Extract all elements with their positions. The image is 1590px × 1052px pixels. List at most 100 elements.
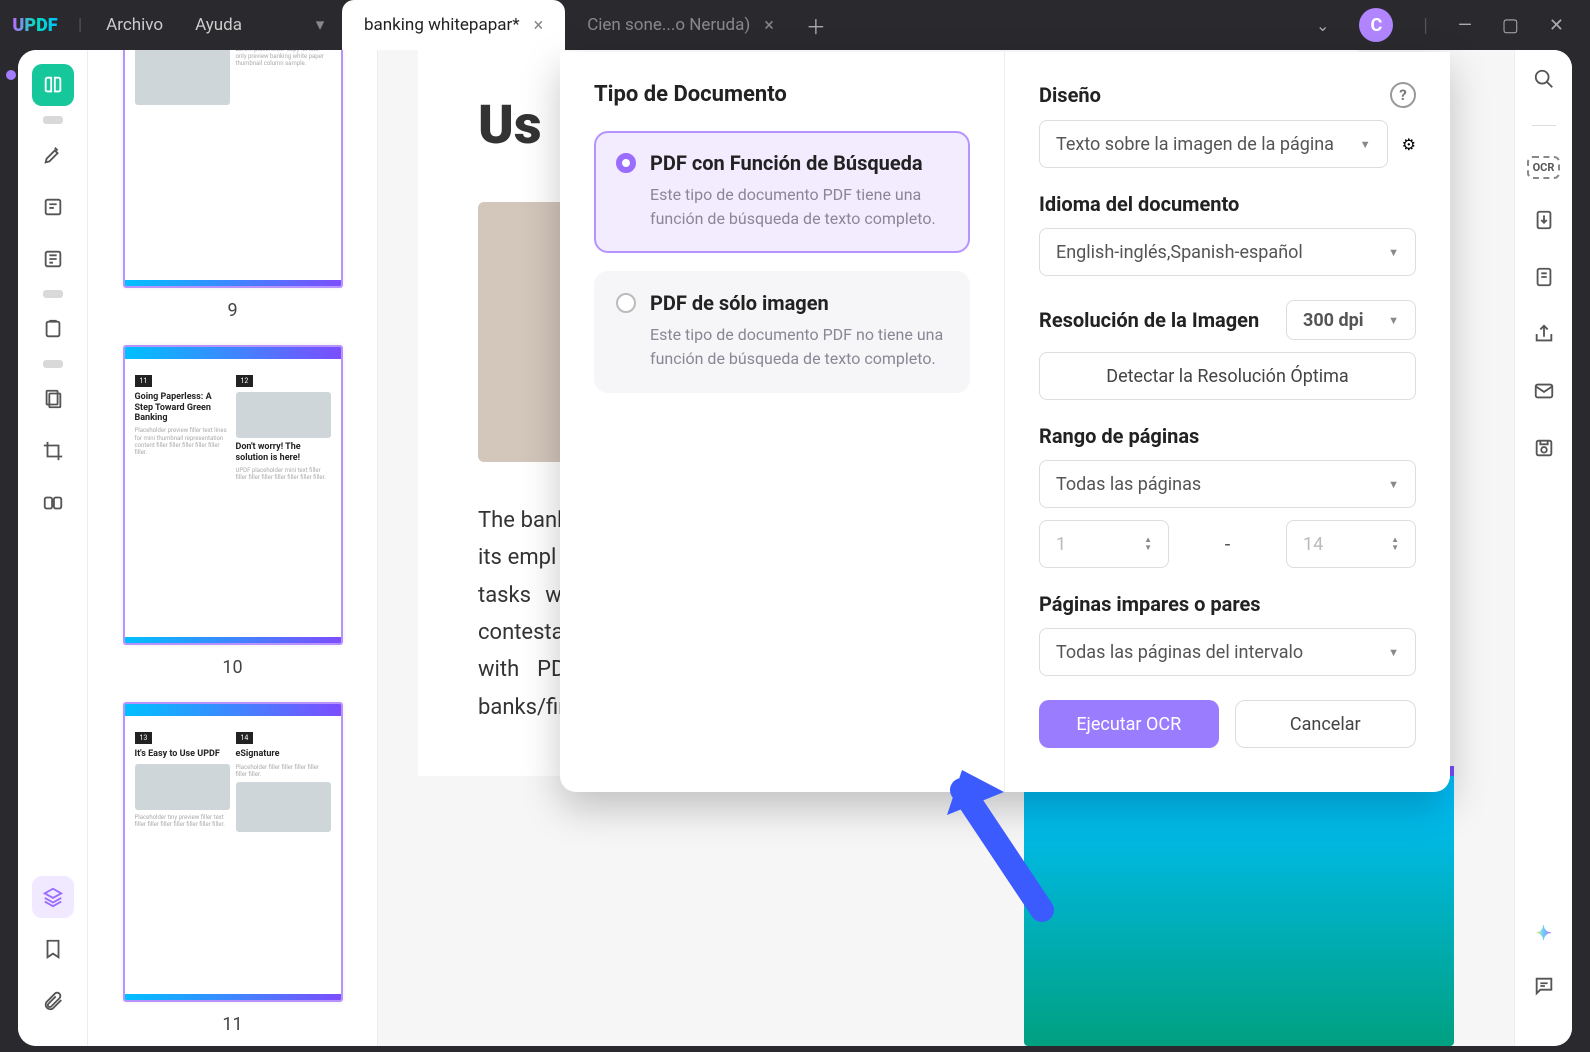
redact-tool[interactable] bbox=[32, 308, 74, 350]
page-range-select[interactable]: Todas las páginas ▼ bbox=[1039, 460, 1416, 508]
chevron-down-icon: ▼ bbox=[1360, 138, 1371, 151]
close-window-icon[interactable]: ✕ bbox=[1549, 15, 1564, 36]
odd-even-select[interactable]: Todas las páginas del intervalo ▼ bbox=[1039, 628, 1416, 676]
thumbnail-panel[interactable]: Lorem ipsum dolor sit amet te eu ad per … bbox=[88, 50, 378, 1046]
design-select[interactable]: Texto sobre la imagen de la página ▼ bbox=[1039, 120, 1388, 168]
field-value: 1 bbox=[1056, 534, 1066, 555]
language-label: Idioma del documento bbox=[1039, 192, 1239, 216]
save-icon[interactable] bbox=[1533, 437, 1555, 464]
separator bbox=[43, 360, 63, 368]
avatar[interactable]: C bbox=[1359, 8, 1393, 42]
doc-type-heading: Tipo de Documento bbox=[594, 82, 970, 107]
odd-even-label: Páginas impares o pares bbox=[1039, 592, 1261, 616]
chevron-down-icon: ▾ bbox=[316, 15, 325, 35]
detect-resolution-button[interactable]: Detectar la Resolución Óptima bbox=[1039, 352, 1416, 400]
side-indicator-dot bbox=[6, 70, 16, 80]
thumbnail-page-number: 11 bbox=[118, 1014, 347, 1035]
ocr-button[interactable]: OCR bbox=[1527, 156, 1561, 179]
tab-active[interactable]: banking whitepapar* × bbox=[342, 0, 565, 50]
minimize-icon[interactable]: — bbox=[1458, 15, 1472, 36]
gear-icon[interactable]: ⚙ bbox=[1402, 135, 1416, 154]
close-icon[interactable]: × bbox=[764, 15, 774, 36]
layers-button[interactable] bbox=[32, 876, 74, 918]
app-logo: UPDF bbox=[0, 15, 70, 36]
document-side-image bbox=[1024, 766, 1454, 1046]
thumbnail[interactable]: Lorem ipsum dolor sit amet te eu ad per … bbox=[118, 50, 347, 321]
mail-icon[interactable] bbox=[1533, 380, 1555, 407]
chevron-down-icon: ▼ bbox=[1388, 646, 1399, 659]
tab-label: Cien sone...o Neruda) bbox=[587, 15, 750, 35]
cancel-button[interactable]: Cancelar bbox=[1235, 700, 1417, 748]
spinner-icon[interactable]: ▲▼ bbox=[1144, 536, 1152, 552]
edit-text-tool[interactable] bbox=[32, 186, 74, 228]
tab-other[interactable]: Cien sone...o Neruda) × bbox=[565, 0, 796, 50]
range-to-field[interactable]: 14 ▲▼ bbox=[1286, 520, 1416, 568]
field-value: 14 bbox=[1303, 534, 1323, 555]
thumbnail-page-number: 10 bbox=[118, 657, 347, 678]
search-icon[interactable] bbox=[1533, 68, 1555, 95]
share-icon[interactable] bbox=[1533, 323, 1555, 350]
language-select[interactable]: English-inglés,Spanish-español ▼ bbox=[1039, 228, 1416, 276]
thumbnail[interactable]: 11Going Paperless: A Step Toward Green B… bbox=[118, 345, 347, 678]
option-title: PDF con Función de Búsqueda bbox=[650, 151, 923, 175]
bookmark-button[interactable] bbox=[32, 928, 74, 970]
highlight-tool[interactable] bbox=[32, 134, 74, 176]
thumbnail-page-number: 9 bbox=[118, 300, 347, 321]
select-value: 300 dpi bbox=[1303, 310, 1363, 331]
option-description: Este tipo de documento PDF tiene una fun… bbox=[616, 183, 948, 231]
option-title: PDF de sólo imagen bbox=[650, 291, 829, 315]
organize-pages-tool[interactable] bbox=[32, 378, 74, 420]
page-range-label: Rango de páginas bbox=[1039, 424, 1199, 448]
option-description: Este tipo de documento PDF no tiene una … bbox=[616, 323, 948, 371]
menu-help[interactable]: Ayuda bbox=[179, 15, 258, 35]
comment-icon[interactable] bbox=[1533, 975, 1555, 1002]
title-bar: UPDF | Archivo Ayuda ▾ banking whitepapa… bbox=[0, 0, 1590, 50]
spinner-icon[interactable]: ▲▼ bbox=[1391, 536, 1399, 552]
separator: | bbox=[1423, 15, 1427, 36]
form-tool[interactable] bbox=[32, 238, 74, 280]
radio-icon bbox=[616, 293, 636, 313]
close-icon[interactable]: × bbox=[534, 15, 544, 36]
separator bbox=[43, 290, 63, 298]
resolution-label: Resolución de la Imagen bbox=[1039, 308, 1259, 332]
convert-icon[interactable] bbox=[1533, 209, 1555, 236]
compress-icon[interactable] bbox=[1533, 266, 1555, 293]
range-from-field[interactable]: 1 ▲▼ bbox=[1039, 520, 1169, 568]
design-label: Diseño bbox=[1039, 83, 1101, 107]
radio-icon bbox=[616, 153, 636, 173]
chevron-down-icon[interactable]: ⌄ bbox=[1316, 16, 1329, 35]
crop-tool[interactable] bbox=[32, 430, 74, 472]
reader-mode-button[interactable] bbox=[32, 64, 74, 106]
right-toolbar: OCR ✦ bbox=[1514, 50, 1572, 1046]
maximize-icon[interactable]: ▢ bbox=[1502, 15, 1519, 36]
ai-icon[interactable]: ✦ bbox=[1535, 921, 1552, 945]
ocr-settings-panel: Tipo de Documento PDF con Función de Bús… bbox=[560, 52, 1450, 792]
thumbnail[interactable]: 13It's Easy to Use UPDFPlaceholder tiny … bbox=[118, 702, 347, 1035]
separator: | bbox=[78, 15, 82, 35]
new-tab-button[interactable]: ＋ bbox=[796, 0, 836, 50]
tab-expand[interactable]: ▾ bbox=[298, 0, 342, 50]
select-value: Todas las páginas del intervalo bbox=[1056, 642, 1303, 663]
resolution-select[interactable]: 300 dpi ▼ bbox=[1286, 300, 1416, 340]
doc-type-image-only-option[interactable]: PDF de sólo imagen Este tipo de document… bbox=[594, 271, 970, 393]
select-value: Todas las páginas bbox=[1056, 474, 1201, 495]
attachment-button[interactable] bbox=[32, 980, 74, 1022]
select-value: Texto sobre la imagen de la página bbox=[1056, 134, 1334, 155]
help-icon[interactable]: ? bbox=[1390, 82, 1416, 108]
compare-tool[interactable] bbox=[32, 482, 74, 524]
run-ocr-button[interactable]: Ejecutar OCR bbox=[1039, 700, 1219, 748]
tab-strip: ▾ banking whitepapar* × Cien sone...o Ne… bbox=[298, 0, 836, 50]
chevron-down-icon: ▼ bbox=[1388, 314, 1399, 327]
doc-type-searchable-option[interactable]: PDF con Función de Búsqueda Este tipo de… bbox=[594, 131, 970, 253]
window-controls: ⌄ C | — ▢ ✕ bbox=[1316, 8, 1590, 42]
chevron-down-icon: ▼ bbox=[1388, 478, 1399, 491]
menu-file[interactable]: Archivo bbox=[90, 15, 179, 35]
chevron-down-icon: ▼ bbox=[1388, 246, 1399, 259]
select-value: English-inglés,Spanish-español bbox=[1056, 242, 1303, 263]
separator bbox=[43, 116, 63, 124]
tab-label: banking whitepapar* bbox=[364, 15, 520, 35]
left-toolbar bbox=[18, 50, 88, 1046]
instruction-arrow bbox=[932, 760, 1062, 934]
range-separator: - bbox=[1185, 532, 1270, 556]
separator bbox=[1532, 125, 1556, 126]
